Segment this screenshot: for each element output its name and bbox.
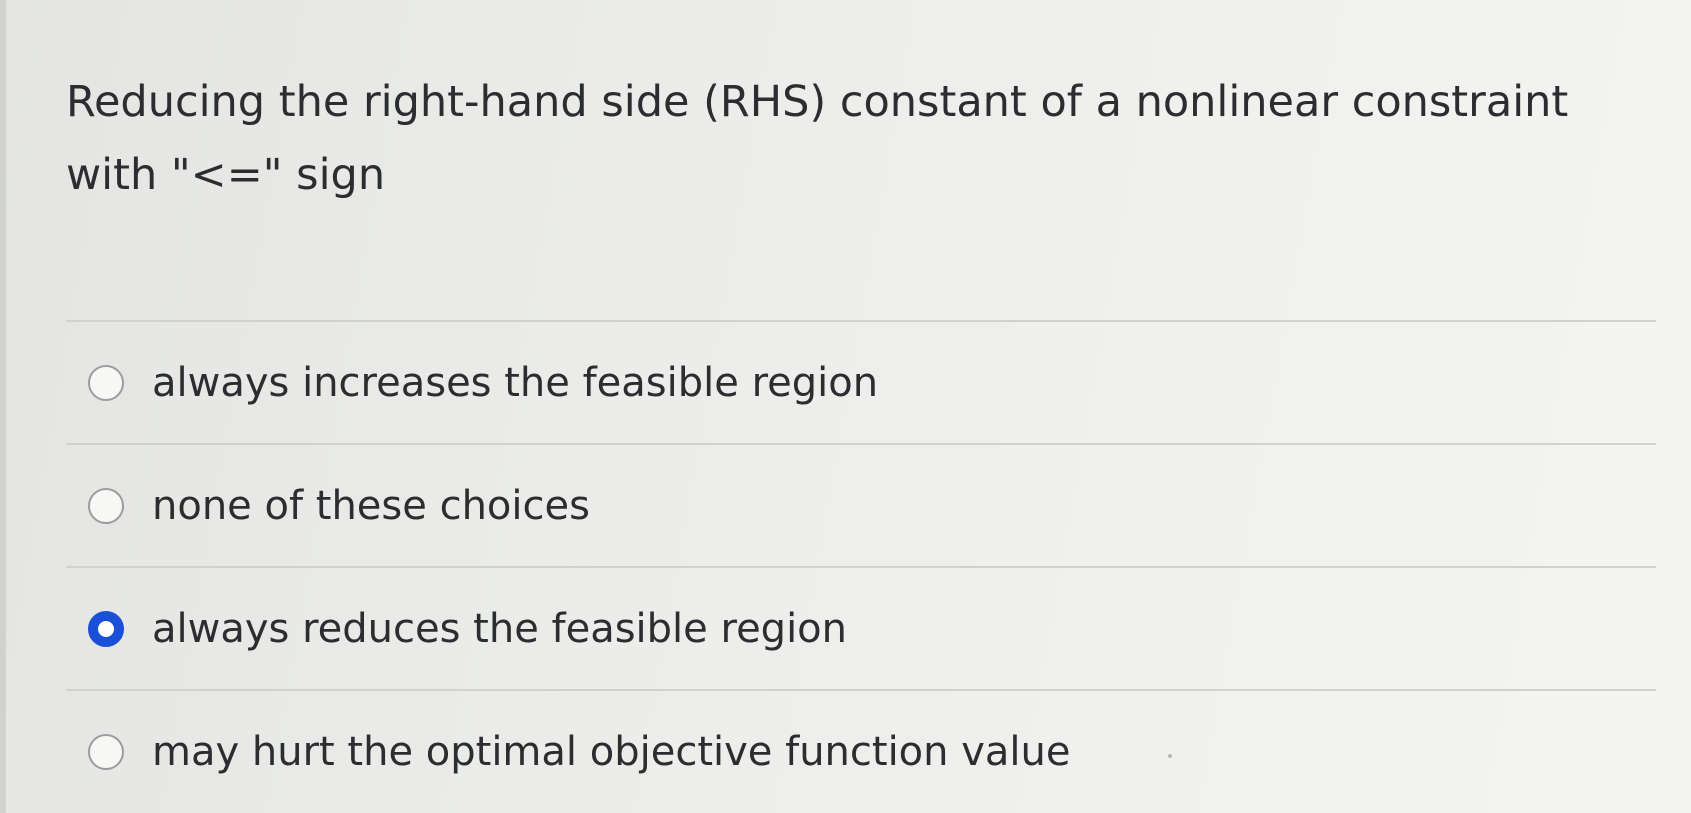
radio-button-unselected[interactable] (88, 487, 124, 524)
answer-option-1[interactable]: always increases the feasible region (66, 322, 1656, 443)
answer-option-2[interactable]: none of these choices (66, 445, 1656, 566)
answer-label: always reduces the feasible region (152, 605, 847, 652)
screen-smudge (1168, 754, 1172, 758)
quiz-screen: Reducing the right-hand side (RHS) const… (0, 0, 1691, 813)
answer-label: may hurt the optimal objective function … (152, 728, 1071, 775)
answer-label: none of these choices (152, 482, 590, 529)
question-line-1: Reducing the right-hand side (RHS) const… (66, 77, 1569, 127)
radio-button-unselected[interactable] (88, 733, 124, 770)
answer-option-3[interactable]: always reduces the feasible region (66, 568, 1656, 689)
radio-button-selected[interactable] (88, 610, 124, 647)
radio-button-unselected[interactable] (88, 364, 124, 401)
window-edge (0, 0, 6, 813)
question-line-2: with "<=" sign (66, 150, 386, 200)
answer-options: always increases the feasible region non… (66, 320, 1656, 812)
question-text: Reducing the right-hand side (RHS) const… (66, 66, 1606, 212)
answer-label: always increases the feasible region (152, 359, 879, 406)
answer-option-4[interactable]: may hurt the optimal objective function … (66, 691, 1656, 812)
